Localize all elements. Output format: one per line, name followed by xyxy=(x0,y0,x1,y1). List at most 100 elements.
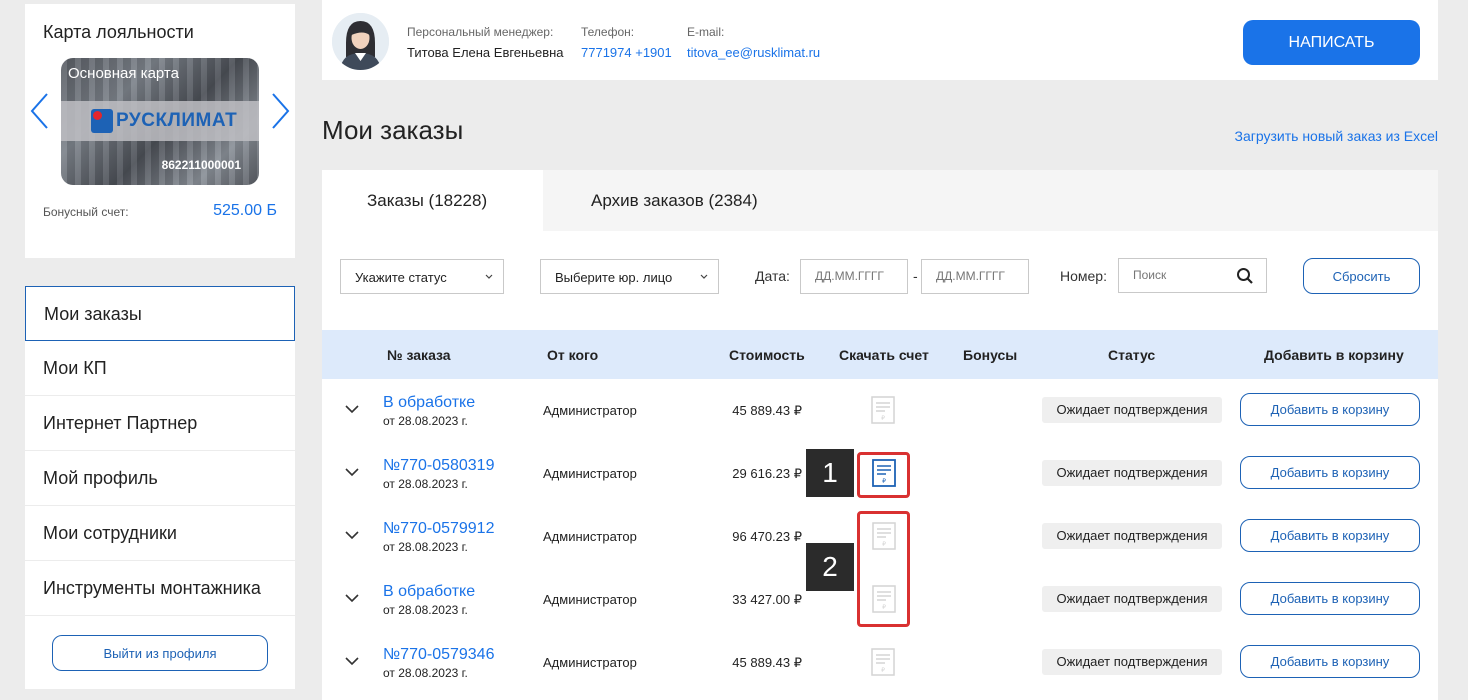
manager-avatar xyxy=(332,13,389,70)
order-link[interactable]: В обработке xyxy=(383,583,475,601)
card-name: Основная карта xyxy=(68,65,179,82)
expand-chevron-icon[interactable] xyxy=(345,656,359,666)
status-select-value: Укажите статус xyxy=(355,270,447,285)
invoice-disabled-icon: ₽ xyxy=(871,648,895,676)
sidebar-item-installer-tools[interactable]: Инструменты монтажника xyxy=(25,561,295,616)
expand-chevron-icon[interactable] xyxy=(345,467,359,477)
sidebar-item-my-orders[interactable]: Мои заказы xyxy=(25,286,295,341)
tabs: Заказы (18228) Архив заказов (2384) xyxy=(322,170,1438,231)
order-date: от 28.08.2023 г. xyxy=(383,414,468,428)
tab-orders[interactable]: Заказы (18228) xyxy=(322,170,543,231)
table-row: В обработке от 28.08.2023 г. Администрат… xyxy=(322,379,1438,442)
order-cost: 96 470.23 ₽ xyxy=(732,529,802,544)
add-to-cart-button[interactable]: Добавить в корзину xyxy=(1240,582,1420,615)
manager-email-block: E-mail: titova_ee@rusklimat.ru xyxy=(687,25,820,60)
tab-archive[interactable]: Архив заказов (2384) xyxy=(543,170,823,231)
write-button[interactable]: НАПИСАТЬ xyxy=(1243,20,1420,65)
sidebar-item-label: Интернет Партнер xyxy=(43,413,198,433)
order-date: от 28.08.2023 г. xyxy=(383,477,468,491)
search-input[interactable] xyxy=(1133,268,1233,282)
svg-text:₽: ₽ xyxy=(881,667,885,674)
order-date: от 28.08.2023 г. xyxy=(383,540,468,554)
order-link[interactable]: №770-0580319 xyxy=(383,457,494,475)
chevron-right-icon[interactable] xyxy=(271,92,291,130)
order-date: от 28.08.2023 г. xyxy=(383,603,468,617)
sidebar-item-my-employees[interactable]: Мои сотрудники xyxy=(25,506,295,561)
add-to-cart-button[interactable]: Добавить в корзину xyxy=(1240,645,1420,678)
add-to-cart-button[interactable]: Добавить в корзину xyxy=(1240,519,1420,552)
column-header-number: № заказа xyxy=(387,347,451,363)
email-label: E-mail: xyxy=(687,25,725,39)
add-to-cart-button[interactable]: Добавить в корзину xyxy=(1240,456,1420,489)
expand-chevron-icon[interactable] xyxy=(345,404,359,414)
logout-button[interactable]: Выйти из профиля xyxy=(52,635,268,671)
bonus-label: Бонусный счет: xyxy=(43,205,129,219)
order-link[interactable]: №770-0579346 xyxy=(383,646,494,664)
tab-label: Заказы (18228) xyxy=(367,191,488,210)
card-brand: РУСКЛИМАТ xyxy=(116,110,238,131)
date-from-input[interactable] xyxy=(815,269,907,283)
order-link[interactable]: №770-0579912 xyxy=(383,520,494,538)
loyalty-card[interactable]: Основная карта РУСКЛИМАТ 862211000001 xyxy=(61,58,259,185)
sidebar-item-label: Мой профиль xyxy=(43,468,158,488)
annotation-marker-2: 2 xyxy=(806,543,854,591)
search-field[interactable] xyxy=(1118,258,1267,293)
order-cost: 33 427.00 ₽ xyxy=(732,592,802,607)
rusklimat-logo-icon xyxy=(91,109,113,133)
sidebar-item-internet-partner[interactable]: Интернет Партнер xyxy=(25,396,295,451)
search-icon[interactable] xyxy=(1236,267,1254,285)
manager-phone-block: Телефон: 7771974 +1901 xyxy=(581,25,672,60)
manager-bar: Персональный менеджер: Титова Елена Евге… xyxy=(322,0,1438,80)
sidebar-menu: Мои заказы Мои КП Интернет Партнер Мой п… xyxy=(25,286,295,689)
date-to-input[interactable] xyxy=(936,269,1028,283)
status-badge: Ожидает подтверждения xyxy=(1042,460,1222,486)
status-badge: Ожидает подтверждения xyxy=(1042,586,1222,612)
sidebar-item-label: Мои КП xyxy=(43,358,107,378)
legal-entity-select[interactable]: Выберите юр. лицо xyxy=(540,259,719,294)
phone-label: Телефон: xyxy=(581,25,635,39)
date-label: Дата: xyxy=(755,268,790,284)
card-number: 862211000001 xyxy=(161,158,241,172)
order-date: от 28.08.2023 г. xyxy=(383,666,468,680)
table-row: №770-0579346 от 28.08.2023 г. Администра… xyxy=(322,631,1438,694)
manager-name: Титова Елена Евгеньевна xyxy=(407,45,564,60)
column-header-cart: Добавить в корзину xyxy=(1264,347,1404,363)
avatar-icon xyxy=(332,13,389,70)
table-header: № заказа От кого Стоимость Скачать счет … xyxy=(322,330,1438,379)
date-to-field[interactable] xyxy=(921,259,1029,294)
manager-label: Персональный менеджер: xyxy=(407,25,554,39)
sidebar-item-my-profile[interactable]: Мой профиль xyxy=(25,451,295,506)
svg-text:₽: ₽ xyxy=(881,415,885,422)
column-header-status: Статус xyxy=(1108,347,1156,363)
email-link[interactable]: titova_ee@rusklimat.ru xyxy=(687,45,820,60)
chevron-left-icon[interactable] xyxy=(29,92,49,130)
status-select[interactable]: Укажите статус xyxy=(340,259,504,294)
page-title: Мои заказы xyxy=(322,115,464,145)
column-header-from: От кого xyxy=(547,347,599,363)
manager-name-block: Персональный менеджер: Титова Елена Евге… xyxy=(407,25,564,60)
bonus-value: 525.00 Б xyxy=(213,202,277,219)
phone-link[interactable]: 7771974 +1901 xyxy=(581,45,672,60)
sidebar-item-my-kp[interactable]: Мои КП xyxy=(25,341,295,396)
legal-entity-select-value: Выберите юр. лицо xyxy=(555,270,673,285)
chevron-down-icon xyxy=(485,274,493,279)
add-to-cart-button[interactable]: Добавить в корзину xyxy=(1240,393,1420,426)
order-cost: 45 889.43 ₽ xyxy=(732,403,802,418)
orders-panel: Заказы (18228) Архив заказов (2384) Укаж… xyxy=(322,170,1438,700)
order-from: Администратор xyxy=(543,529,637,544)
order-cost: 29 616.23 ₽ xyxy=(732,466,802,481)
order-from: Администратор xyxy=(543,592,637,607)
loyalty-title: Карта лояльности xyxy=(43,22,194,42)
reset-button[interactable]: Сбросить xyxy=(1303,258,1420,294)
card-logo-band: РУСКЛИМАТ xyxy=(61,101,259,141)
annotation-highlight-2 xyxy=(857,511,910,627)
expand-chevron-icon[interactable] xyxy=(345,530,359,540)
expand-chevron-icon[interactable] xyxy=(345,593,359,603)
order-link[interactable]: В обработке xyxy=(383,394,475,412)
date-from-field[interactable] xyxy=(800,259,908,294)
upload-excel-link[interactable]: Загрузить новый заказ из Excel xyxy=(1235,128,1438,144)
loyalty-card-panel: Карта лояльности Основная карта РУСКЛИМА… xyxy=(25,4,295,258)
column-header-cost: Стоимость xyxy=(729,347,805,363)
order-from: Администратор xyxy=(543,466,637,481)
sidebar-item-label: Инструменты монтажника xyxy=(43,578,261,598)
